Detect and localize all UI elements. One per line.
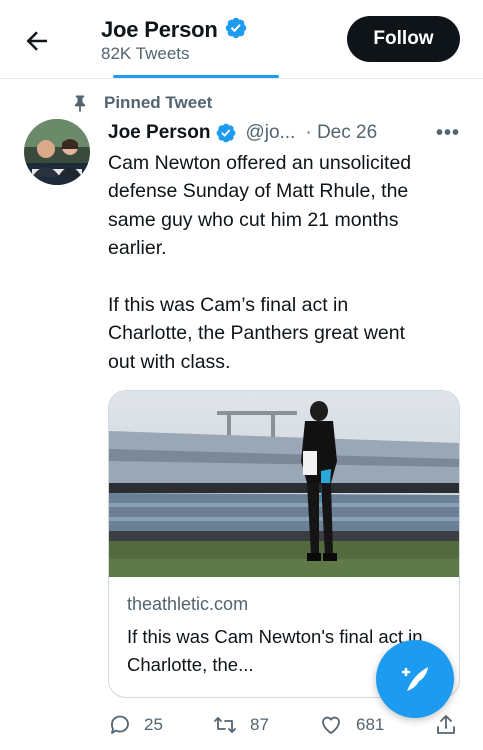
tab-indicator bbox=[113, 75, 279, 78]
more-options-icon[interactable]: ••• bbox=[436, 122, 460, 145]
verified-badge-icon bbox=[225, 17, 246, 39]
compose-feather-icon bbox=[401, 667, 428, 691]
pinned-label: Pinned Tweet bbox=[104, 93, 213, 112]
follow-button[interactable]: Follow bbox=[347, 16, 460, 62]
reply-icon bbox=[111, 715, 129, 734]
share-icon bbox=[437, 715, 455, 734]
tweet-author-handle[interactable]: @jo... bbox=[245, 122, 295, 144]
profile-name: Joe Person bbox=[101, 17, 218, 42]
profile-name-block: Joe Person bbox=[101, 16, 248, 43]
profile-header: Joe Person 82K Tweets Follow bbox=[0, 0, 483, 79]
tweet-actions: 25 87 681 bbox=[108, 713, 468, 743]
retweet-action[interactable]: 87 bbox=[212, 713, 269, 737]
back-arrow-icon[interactable] bbox=[22, 26, 52, 56]
retweet-count: 87 bbox=[250, 715, 269, 734]
share-action[interactable] bbox=[434, 713, 470, 737]
compose-tweet-button[interactable] bbox=[376, 640, 454, 718]
tweet-date[interactable]: · Dec 26 bbox=[305, 122, 377, 144]
tweet-count: 82K Tweets bbox=[101, 44, 190, 63]
reply-action[interactable]: 25 bbox=[108, 713, 163, 737]
tweet-header: Joe Person @jo... · Dec 26 bbox=[108, 120, 468, 146]
tweet-text: Cam Newton offered an unsolicited defens… bbox=[108, 152, 412, 373]
avatar[interactable] bbox=[24, 119, 90, 185]
heart-icon bbox=[322, 716, 340, 734]
card-domain: theathletic.com bbox=[127, 594, 249, 614]
like-count: 681 bbox=[356, 715, 385, 734]
verified-badge-icon bbox=[217, 123, 236, 143]
pinned-row: Pinned Tweet bbox=[70, 92, 212, 114]
like-action[interactable]: 681 bbox=[318, 713, 384, 737]
reply-count: 25 bbox=[144, 715, 163, 734]
article-image bbox=[109, 391, 459, 577]
pin-icon bbox=[75, 95, 85, 113]
tweet-author-name[interactable]: Joe Person bbox=[108, 122, 210, 144]
retweet-icon bbox=[214, 717, 236, 733]
